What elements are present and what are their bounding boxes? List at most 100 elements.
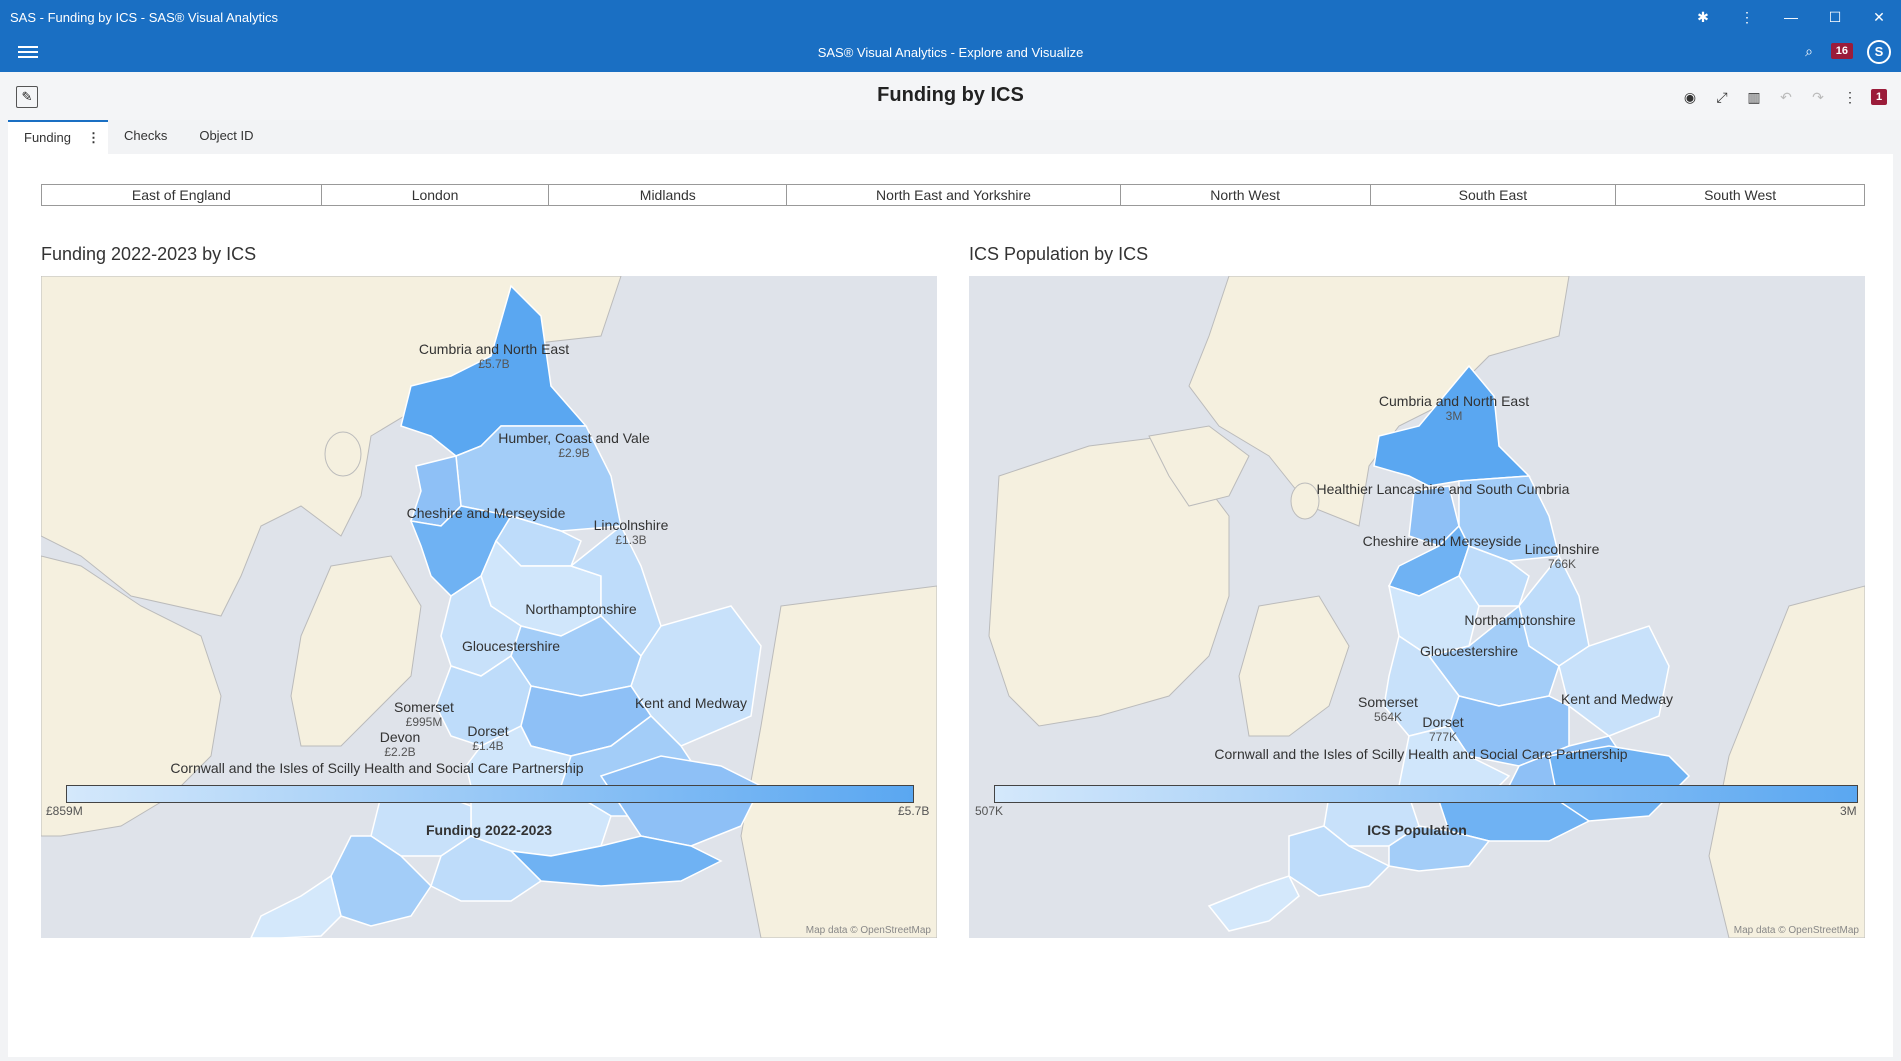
extensions-icon[interactable]: ✱ (1681, 0, 1725, 34)
population-map[interactable]: Cumbria and North East 3M Healthier Lanca… (969, 276, 1865, 938)
region-button-south-east[interactable]: South East (1370, 185, 1617, 205)
region-name: Dorset (467, 723, 509, 739)
map-label-northamptonshire: Northamptonshire (1464, 612, 1575, 628)
map-label-northamptonshire: Northamptonshire (525, 601, 636, 617)
map-label-healthier-lancashire: Healthier Lancashire and South Cumbria (1317, 481, 1570, 497)
map-label-cheshire-and-merseyside: Cheshire and Merseyside (1363, 533, 1522, 549)
region-button-midlands[interactable]: Midlands (549, 185, 788, 205)
region-value: £995M (405, 715, 443, 729)
region-name: Northamptonshire (1464, 612, 1576, 628)
map-label-cornwall: Cornwall and the Isles of Scilly Health … (1214, 746, 1627, 762)
page-tabs: Funding ⋮ Checks Object ID (8, 120, 270, 154)
funding-legend-title: Funding 2022-2023 (425, 822, 553, 838)
minimize-button[interactable]: — (1769, 0, 1813, 34)
region-value: £1.4B (472, 739, 504, 753)
close-button[interactable]: ✕ (1857, 0, 1901, 34)
region-value: £1.3B (615, 533, 647, 547)
map-label-dorset: Dorset £1.4B (467, 723, 508, 753)
map-label-cumbria-and-north-east: Cumbria and North East 3M (1379, 393, 1529, 423)
population-legend-min: 507K (975, 804, 1004, 818)
region-name: Cheshire and Merseyside (406, 505, 566, 521)
region-value: 766K (1547, 557, 1577, 571)
region-button-london[interactable]: London (321, 185, 550, 205)
region-value: £5.7B (478, 357, 510, 371)
population-legend-title: ICS Population (1367, 822, 1467, 838)
map-label-gloucestershire: Gloucestershire (1420, 643, 1518, 659)
region-name: Humber, Coast and Vale (498, 430, 650, 446)
map-label-devon: Devon £2.2B (380, 729, 420, 759)
tab-label: Checks (123, 128, 168, 143)
notifications-badge[interactable]: 16 (1830, 43, 1853, 59)
map-attribution: Map data © OpenStreetMap (805, 925, 931, 936)
report-toolbar: ✎ Funding by ICS ◉ ⤢ ▥ ↶ ↷ ⋮ 1 (0, 72, 1901, 120)
region-name: Healthier Lancashire and South Cumbria (1316, 481, 1570, 497)
region-name: Cheshire and Merseyside (1362, 533, 1522, 549)
region-button-south-west[interactable]: South West (1616, 185, 1864, 205)
app-title: SAS® Visual Analytics - Explore and Visu… (817, 45, 1084, 60)
window-titlebar: SAS - Funding by ICS - SAS® Visual Analy… (0, 0, 1901, 34)
region-name: Cornwall and the Isles of Scilly Health … (1214, 746, 1628, 762)
region-button-east-of-england[interactable]: East of England (42, 185, 322, 205)
location-pin-icon[interactable]: ◉ (1679, 86, 1701, 108)
tab-object-id[interactable]: Object ID (183, 120, 269, 154)
region-value: £2.2B (384, 745, 416, 759)
redo-icon[interactable]: ↷ (1807, 86, 1829, 108)
tab-checks[interactable]: Checks (108, 120, 183, 154)
expand-icon[interactable]: ⤢ (1711, 86, 1733, 108)
map-label-humber-coast-and-vale: Humber, Coast and Vale £2.9B (498, 430, 650, 460)
region-name: Cumbria and North East (1378, 393, 1530, 409)
map-label-gloucestershire: Gloucestershire (462, 638, 560, 654)
funding-map[interactable]: Cumbria and North East £5.7B Humber, Coas… (41, 276, 937, 938)
map-label-somerset: Somerset £995M (394, 699, 454, 729)
region-name: Cumbria and North East (418, 341, 570, 357)
map-label-cornwall: Cornwall and the Isles of Scilly Health … (170, 760, 583, 776)
funding-legend-bar (66, 785, 914, 803)
region-name: Lincolnshire (1524, 541, 1600, 557)
funding-legend-max: £5.7B (898, 804, 930, 818)
map-attribution: Map data © OpenStreetMap (1733, 925, 1859, 936)
region-name: Kent and Medway (634, 695, 748, 711)
region-value: £2.9B (558, 446, 590, 460)
region-name: Devon (379, 729, 421, 745)
region-name: Somerset (394, 699, 454, 715)
alerts-badge[interactable]: 1 (1871, 89, 1887, 105)
region-name: Gloucestershire (1419, 643, 1519, 659)
search-icon[interactable]: ⌕ (1805, 43, 1813, 60)
tab-label: Funding (24, 130, 71, 145)
region-name: Gloucestershire (461, 638, 561, 654)
region-name: Kent and Medway (1560, 691, 1674, 707)
tab-label: Object ID (199, 128, 254, 143)
region-button-bar: East of England London Midlands North Ea… (41, 184, 1865, 206)
region-name: Dorset (1422, 714, 1464, 730)
region-button-north-east-and-yorkshire[interactable]: North East and Yorkshire (787, 185, 1121, 205)
map-label-cheshire-and-merseyside: Cheshire and Merseyside (407, 505, 566, 521)
map-label-lincolnshire: Lincolnshire 766K (1525, 541, 1600, 571)
region-value: 3M (1445, 409, 1463, 423)
tab-funding[interactable]: Funding ⋮ (8, 120, 108, 154)
user-avatar[interactable]: S (1867, 40, 1891, 64)
window-title: SAS - Funding by ICS - SAS® Visual Analy… (10, 9, 279, 25)
report-title: Funding by ICS (877, 84, 1024, 106)
undo-icon[interactable]: ↶ (1775, 86, 1797, 108)
region-name: Northamptonshire (525, 601, 637, 617)
tab-menu-icon[interactable]: ⋮ (87, 130, 100, 145)
report-canvas: East of England London Midlands North Ea… (8, 154, 1893, 1057)
region-value: 777K (1428, 730, 1458, 744)
map-label-somerset: Somerset 564K (1358, 694, 1418, 724)
map-label-kent-and-medway: Kent and Medway (1561, 691, 1673, 707)
funding-map-svg (41, 276, 937, 938)
population-map-title: ICS Population by ICS (969, 244, 1149, 264)
map-label-lincolnshire: Lincolnshire £1.3B (594, 517, 669, 547)
map-label-cumbria-and-north-east: Cumbria and North East £5.7B (419, 341, 569, 371)
region-name: Cornwall and the Isles of Scilly Health … (170, 760, 584, 776)
population-map-svg (988, 276, 1865, 938)
funding-map-title: Funding 2022-2023 by ICS (41, 244, 257, 264)
region-button-north-west[interactable]: North West (1120, 185, 1371, 205)
maximize-button[interactable]: ☐ (1813, 0, 1857, 34)
more-options-icon[interactable]: ⋮ (1839, 86, 1861, 108)
app-header: SAS® Visual Analytics - Explore and Visu… (0, 34, 1901, 72)
funding-legend-min: £859M (46, 804, 83, 818)
layout-icon[interactable]: ▥ (1743, 86, 1765, 108)
window-menu-icon[interactable]: ⋮ (1725, 0, 1769, 34)
region-value: 564K (1373, 710, 1403, 724)
